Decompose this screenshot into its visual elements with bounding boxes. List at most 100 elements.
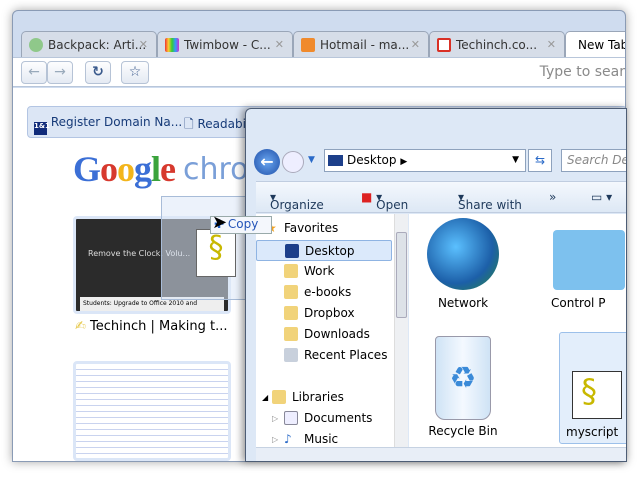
- most-visited-thumbnail-search[interactable]: [73, 361, 231, 461]
- nav-label: Downloads: [304, 327, 370, 341]
- file-control-panel[interactable]: Control P: [539, 218, 626, 310]
- scrollbar-thumb[interactable]: [396, 232, 407, 318]
- tab-strip: Backpack: Arti... ✕ Twimbow - C... ✕ Hotma…: [21, 31, 626, 57]
- desktop-icon: [285, 244, 299, 258]
- breadcrumb-arrow-icon[interactable]: ▶: [400, 157, 407, 167]
- bookmark-readability[interactable]: 🗋 Readabi: [184, 115, 246, 136]
- nav-label: Favorites: [284, 221, 339, 235]
- copy-label: Copy: [227, 217, 259, 231]
- thumbnail-title-text: Techinch | Making t...: [90, 319, 228, 334]
- file-myscript[interactable]: § myscript: [559, 332, 626, 444]
- view-options-button[interactable]: ▭ ▾: [591, 190, 612, 204]
- network-icon: [427, 218, 499, 290]
- tab-twimbow[interactable]: Twimbow - C... ✕: [157, 31, 293, 57]
- nav-label: Libraries: [292, 390, 344, 404]
- nav-label: Desktop: [305, 244, 355, 258]
- script-file-icon: §: [196, 229, 236, 277]
- folder-icon: [284, 285, 298, 299]
- tab-new-tab[interactable]: New Tab: [565, 31, 626, 57]
- organize-label: Organize: [270, 198, 324, 212]
- close-tab-icon[interactable]: ✕: [275, 38, 284, 51]
- back-button[interactable]: ←: [21, 61, 47, 84]
- bookmark-register-domain[interactable]: 1&1 Register Domain Na...: [34, 115, 182, 135]
- nav-label: Dropbox: [304, 306, 355, 320]
- control-panel-icon: [553, 230, 625, 290]
- omnibox[interactable]: Type to sear: [151, 61, 625, 84]
- nav-e-books[interactable]: e-books: [256, 282, 392, 303]
- nav-work[interactable]: Work: [256, 261, 392, 282]
- address-bar[interactable]: Desktop ▶ ▼: [324, 149, 526, 172]
- open-app-icon: ■: [361, 190, 373, 204]
- command-bar: Organize ▾ ■ Open ▾ Share with ▾ » ▭ ▾: [256, 181, 626, 213]
- file-label: Recycle Bin: [428, 424, 498, 438]
- forward-button[interactable]: [282, 151, 304, 173]
- open-label: Open: [376, 198, 409, 212]
- nav-label: Music: [304, 432, 339, 446]
- tab-label: Twimbow - C...: [184, 38, 271, 52]
- address-text: Desktop: [347, 153, 397, 167]
- file-list: Network Control P ♻ Recycle Bin § myscript: [409, 214, 626, 447]
- backpack-favicon-icon: [29, 38, 43, 52]
- share-with-button[interactable]: Share with ▾: [458, 190, 522, 212]
- collapsed-arrow-icon[interactable]: ▷: [272, 414, 278, 423]
- documents-icon: [284, 411, 298, 425]
- hotmail-favicon-icon: [301, 38, 315, 52]
- nav-downloads[interactable]: Downloads: [256, 324, 392, 345]
- browser-toolbar: ← → ↻ ☆ Type to sear: [13, 57, 625, 87]
- dropbox-folder-icon: [284, 306, 298, 320]
- tab-techinch[interactable]: Techinch.co... ✕: [429, 31, 565, 57]
- collapsed-arrow-icon[interactable]: ▷: [272, 435, 278, 444]
- expanded-arrow-icon[interactable]: ◢: [262, 393, 268, 402]
- downloads-folder-icon: [284, 327, 298, 341]
- open-button[interactable]: ■ Open ▾: [361, 190, 408, 212]
- tab-label: New Tab: [578, 38, 626, 52]
- nav-favorites[interactable]: ★Favorites: [256, 218, 392, 239]
- address-dropdown-icon[interactable]: ▼: [512, 155, 519, 165]
- search-input[interactable]: Search Des: [561, 149, 626, 172]
- nav-documents[interactable]: ▷ Documents: [256, 408, 392, 429]
- script-file-icon: §: [572, 371, 622, 419]
- share-label: Share with: [458, 198, 522, 212]
- close-tab-icon[interactable]: ✕: [547, 38, 556, 51]
- file-label: Control P: [551, 296, 606, 310]
- mouse-cursor-icon: ➤: [212, 212, 228, 233]
- desktop-icon: [328, 155, 343, 166]
- recent-pages-dropdown-icon[interactable]: ▼: [308, 155, 315, 165]
- organize-button[interactable]: Organize ▾: [270, 190, 324, 212]
- page-icon: 🗋: [184, 117, 194, 131]
- tab-backpack[interactable]: Backpack: Arti... ✕: [21, 31, 157, 57]
- nav-scrollbar[interactable]: [394, 214, 408, 447]
- libraries-icon: [272, 390, 286, 404]
- file-label: myscript: [566, 425, 619, 439]
- close-tab-icon[interactable]: ✕: [411, 38, 420, 51]
- nav-recent-places[interactable]: Recent Places: [256, 345, 392, 366]
- bookmark-star-button[interactable]: ☆: [121, 61, 149, 84]
- bookmark-label: Readabi: [197, 117, 246, 131]
- more-commands-button[interactable]: »: [549, 190, 556, 204]
- file-recycle-bin[interactable]: ♻ Recycle Bin: [413, 336, 513, 438]
- nav-desktop[interactable]: Desktop: [256, 240, 392, 261]
- back-button[interactable]: ←: [254, 149, 280, 175]
- 1and1-icon: 1&1: [34, 122, 50, 135]
- recent-places-icon: [284, 348, 298, 362]
- navigation-pane: ★Favorites Desktop Work e-books Dropbox …: [256, 214, 408, 447]
- gmail-favicon-icon: [437, 38, 451, 52]
- thumbnail-title[interactable]: ✍ Techinch | Making t...: [75, 319, 228, 334]
- file-network[interactable]: Network: [413, 218, 513, 310]
- windows-explorer-window: ← ▼ Desktop ▶ ▼ ⇆ Search Des Organize ▾ ■…: [245, 108, 627, 462]
- nav-libraries[interactable]: ◢ Libraries: [256, 387, 392, 408]
- bookmark-label: Register Domain Na...: [50, 115, 183, 129]
- nav-label: Work: [304, 264, 335, 278]
- details-pane: [256, 447, 626, 461]
- close-tab-icon[interactable]: ✕: [139, 38, 148, 51]
- reload-button[interactable]: ↻: [85, 61, 111, 84]
- nav-dropbox[interactable]: Dropbox: [256, 303, 392, 324]
- file-label: Network: [437, 296, 489, 310]
- nav-label: e-books: [304, 285, 352, 299]
- tab-label: Hotmail - ma...: [320, 38, 410, 52]
- tab-hotmail[interactable]: Hotmail - ma... ✕: [293, 31, 429, 57]
- google-chrome-logo: Google: [73, 149, 176, 189]
- recycle-bin-icon: ♻: [435, 336, 491, 420]
- refresh-button[interactable]: ⇆: [528, 149, 552, 172]
- forward-button[interactable]: →: [47, 61, 73, 84]
